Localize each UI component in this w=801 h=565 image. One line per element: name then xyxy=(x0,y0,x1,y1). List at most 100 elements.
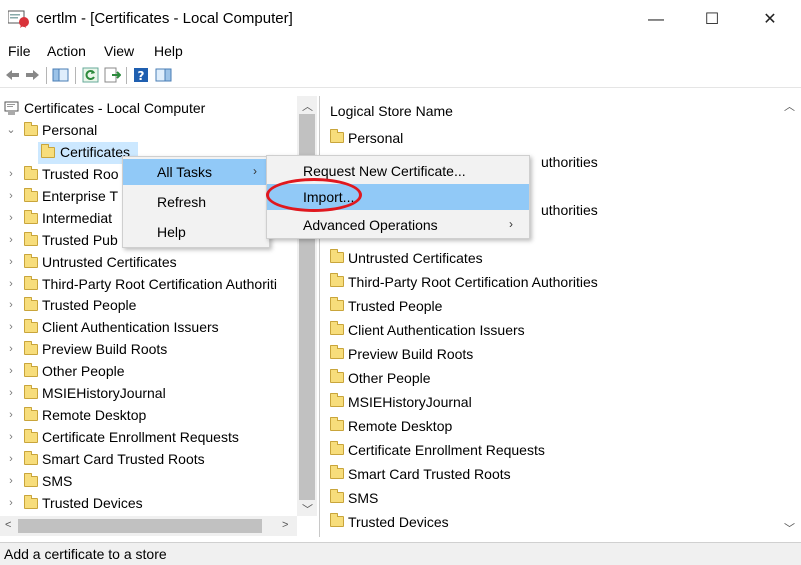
folder-icon xyxy=(330,297,344,311)
chevron-right-icon[interactable]: › xyxy=(6,320,16,334)
chevron-right-icon[interactable]: › xyxy=(6,298,16,312)
folder-icon xyxy=(24,450,38,465)
refresh-icon[interactable] xyxy=(82,67,99,83)
tree-item-personal[interactable]: ⌄ Personal xyxy=(0,120,300,142)
tree-item-label: Certificates xyxy=(60,144,131,160)
tree-item[interactable]: › MSIEHistoryJournal xyxy=(0,383,300,405)
tree-item-label: SMS xyxy=(42,472,73,489)
tree-item-label: Untrusted Certificates xyxy=(42,253,177,270)
folder-icon xyxy=(24,472,38,487)
chevron-right-icon[interactable]: › xyxy=(6,233,16,247)
chevron-right-icon[interactable]: › xyxy=(6,408,16,422)
scroll-up-icon[interactable]: ︿ xyxy=(302,98,313,114)
tree-item-label: Preview Build Roots xyxy=(42,341,168,358)
folder-icon xyxy=(330,417,344,431)
folder-icon xyxy=(24,319,38,334)
chevron-right-icon[interactable]: › xyxy=(6,211,16,225)
menu-item-label: Advanced Operations xyxy=(303,217,438,233)
title-bar: certlm - [Certificates - Local Computer]… xyxy=(0,0,801,40)
close-button[interactable]: ✕ xyxy=(750,6,790,34)
show-action-pane-icon[interactable] xyxy=(155,67,172,83)
list-item-label: Trusted Devices xyxy=(348,514,449,530)
chevron-right-icon[interactable]: › xyxy=(6,255,16,269)
show-hide-console-tree-icon[interactable] xyxy=(52,67,69,83)
menu-help[interactable]: Help xyxy=(154,43,183,59)
status-bar: Add a certificate to a store xyxy=(0,542,801,565)
chevron-right-icon[interactable]: › xyxy=(6,452,16,466)
context-menu-refresh[interactable]: Refresh xyxy=(123,189,269,215)
tree-item-label: Client Authentication Issuers xyxy=(42,319,219,336)
folder-icon xyxy=(330,321,344,335)
toolbar-separator xyxy=(75,67,76,84)
menu-item-label: Refresh xyxy=(157,194,207,210)
maximize-button[interactable]: ☐ xyxy=(692,6,732,34)
list-item-label: Third-Party Root Certification Authoriti… xyxy=(348,274,598,290)
help-icon[interactable]: ? xyxy=(133,67,150,83)
chevron-right-icon[interactable]: › xyxy=(6,189,16,203)
left-horizontal-scrollbar[interactable]: < > xyxy=(0,516,297,536)
chevron-right-icon[interactable]: › xyxy=(6,167,16,181)
menu-action[interactable]: Action xyxy=(47,43,86,59)
toolbar: ? xyxy=(0,63,801,88)
chevron-right-icon: › xyxy=(253,164,257,178)
chevron-right-icon[interactable]: › xyxy=(6,277,16,291)
tree-item[interactable]: › Smart Card Trusted Roots xyxy=(0,449,300,471)
chevron-right-icon[interactable]: › xyxy=(6,474,16,488)
folder-icon xyxy=(24,166,38,180)
tree-item[interactable]: › Trusted Devices xyxy=(0,493,300,515)
list-item-label: MSIEHistoryJournal xyxy=(348,394,472,410)
scroll-down-icon[interactable]: ﹀ xyxy=(784,520,795,536)
folder-icon xyxy=(24,363,38,378)
tree-item[interactable]: › Client Authentication Issuers xyxy=(0,317,300,339)
export-list-icon[interactable] xyxy=(104,67,121,83)
status-text: Add a certificate to a store xyxy=(4,546,167,562)
menu-file[interactable]: File xyxy=(8,43,31,59)
folder-icon xyxy=(24,406,38,421)
tree-root[interactable]: Certificates - Local Computer xyxy=(0,98,300,120)
column-header-logical-store-name[interactable]: Logical Store Name xyxy=(330,103,453,119)
chevron-right-icon[interactable]: › xyxy=(6,496,16,510)
list-item-label: uthorities xyxy=(541,202,598,218)
tree-item[interactable]: › Untrusted Certificates xyxy=(0,252,300,274)
list-item-label: Certificate Enrollment Requests xyxy=(348,442,545,458)
folder-icon xyxy=(24,275,38,290)
folder-icon xyxy=(330,465,344,479)
tree-item[interactable]: › Certificate Enrollment Requests xyxy=(0,427,300,449)
scroll-right-icon[interactable]: > xyxy=(282,519,288,531)
svg-text:?: ? xyxy=(138,69,145,83)
tree-item[interactable]: › Preview Build Roots xyxy=(0,339,300,361)
folder-icon xyxy=(24,187,38,202)
chevron-right-icon[interactable]: › xyxy=(6,386,16,400)
tree-item-label: Certificate Enrollment Requests xyxy=(42,428,239,445)
submenu-advanced-operations[interactable]: Advanced Operations › xyxy=(267,212,529,238)
tree-root-label: Certificates - Local Computer xyxy=(24,100,206,116)
tree-item-label: Intermediat xyxy=(42,209,113,226)
context-menu-help[interactable]: Help xyxy=(123,219,269,245)
tree-item[interactable]: › Remote Desktop xyxy=(0,405,300,427)
folder-icon xyxy=(24,494,38,509)
list-item-label: Personal xyxy=(348,130,404,146)
tree-item[interactable]: › Third-Party Root Certification Authorit… xyxy=(0,274,300,296)
right-vertical-scrollbar[interactable]: ︿ ﹀ xyxy=(779,96,799,537)
folder-icon xyxy=(330,273,344,287)
chevron-right-icon[interactable]: › xyxy=(6,342,16,356)
forward-arrow-icon[interactable] xyxy=(24,67,41,83)
scroll-left-icon[interactable]: < xyxy=(5,519,11,531)
context-menu-all-tasks[interactable]: All Tasks › xyxy=(123,159,269,185)
chevron-right-icon[interactable]: › xyxy=(6,364,16,378)
list-item-label: Other People xyxy=(348,370,431,386)
tree-item[interactable]: › Other People xyxy=(0,361,300,383)
context-menu: All Tasks › Refresh Help xyxy=(122,156,270,248)
tree-item-label: Remote Desktop xyxy=(42,406,147,423)
minimize-button[interactable]: — xyxy=(636,6,676,34)
scroll-up-icon[interactable]: ︿ xyxy=(784,98,795,114)
tree-item[interactable]: › SMS xyxy=(0,471,300,493)
back-arrow-icon[interactable] xyxy=(4,67,21,83)
tree-item[interactable]: › Trusted People xyxy=(0,295,300,317)
menu-view[interactable]: View xyxy=(104,43,134,59)
chevron-down-icon[interactable]: ⌄ xyxy=(6,123,16,137)
chevron-right-icon[interactable]: › xyxy=(6,430,16,444)
menu-item-label: Request New Certificate... xyxy=(303,163,466,179)
scroll-down-icon[interactable]: ﹀ xyxy=(302,501,313,517)
scrollbar-thumb[interactable] xyxy=(18,519,262,533)
